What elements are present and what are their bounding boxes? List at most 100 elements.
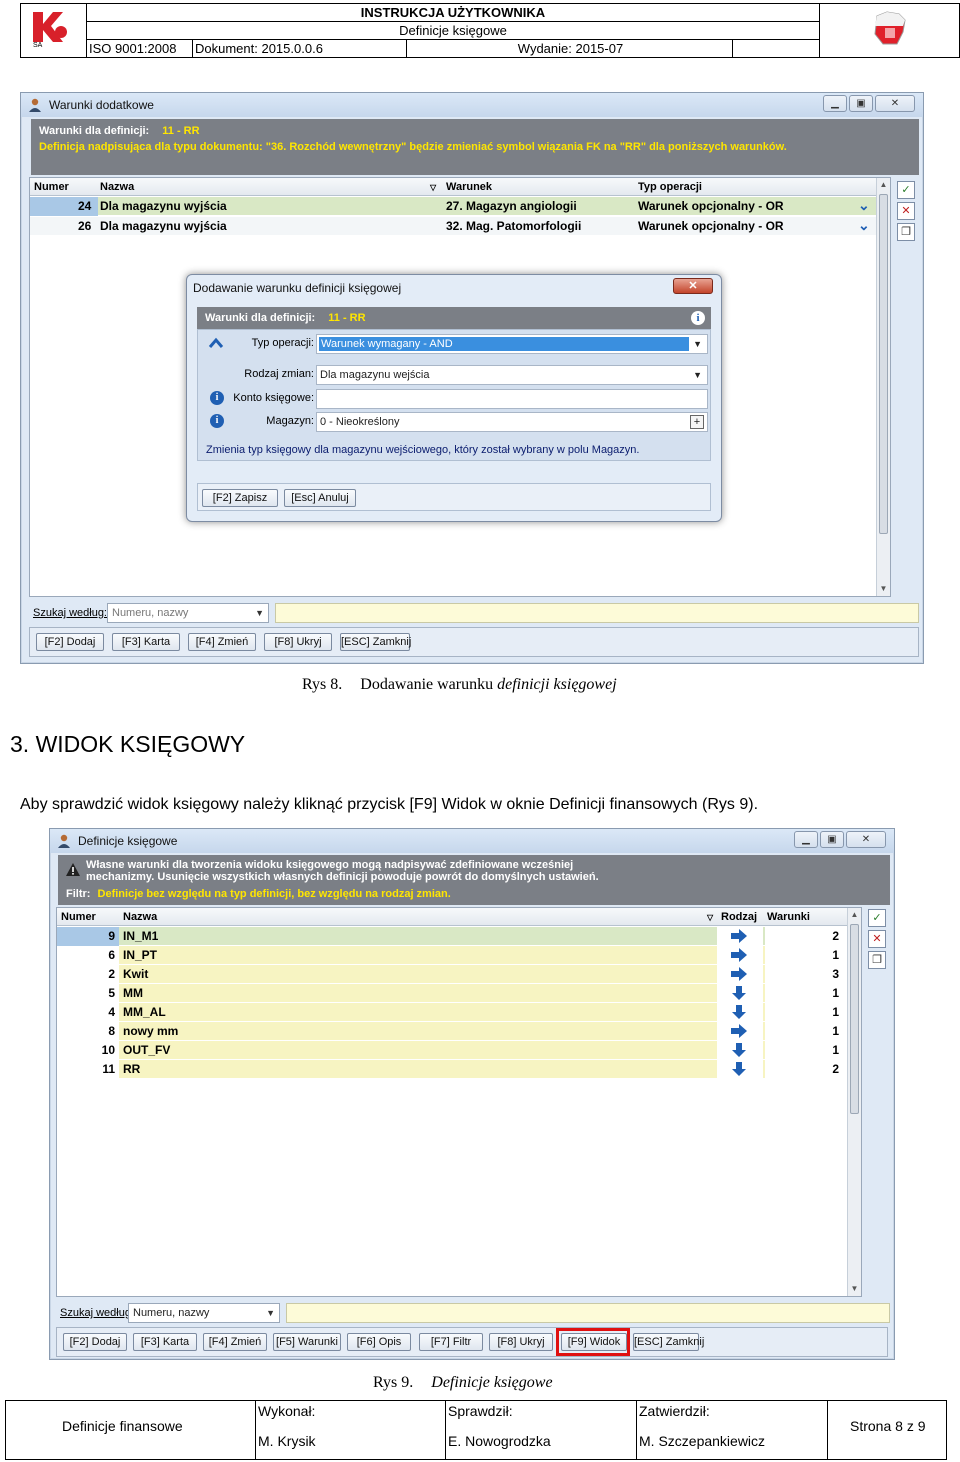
col-typ-operacji[interactable]: Typ operacji (638, 181, 702, 193)
col-nazwa[interactable]: Nazwa (100, 181, 134, 193)
delete-icon[interactable]: ✕ (868, 930, 886, 948)
vertical-scrollbar[interactable]: ▲ ▼ (847, 908, 861, 1296)
account-input[interactable] (316, 389, 708, 409)
row-nazwa: MM_AL (123, 1005, 166, 1019)
card-button[interactable]: [F3] Karta (112, 633, 180, 651)
table-row[interactable]: 9 IN_M1 2 (57, 927, 861, 946)
copy-icon[interactable]: ❐ (868, 951, 886, 969)
caption-italic: definicji księgowej (497, 676, 617, 693)
row-warunki: 1 (832, 1043, 839, 1057)
col-nazwa[interactable]: Nazwa (123, 911, 157, 923)
arrow-right-icon (731, 1024, 747, 1038)
arrow-right-icon (731, 929, 747, 943)
row-nazwa: MM (123, 986, 143, 1000)
row-warunki: 2 (832, 1062, 839, 1076)
copy-icon[interactable]: ❐ (897, 223, 915, 241)
table-row[interactable]: 26 Dla magazynu wyjścia 32. Mag. Patomor… (30, 217, 890, 236)
description-button[interactable]: [F6] Opis (347, 1333, 411, 1351)
info-icon[interactable]: i (691, 311, 705, 325)
hide-button[interactable]: [F8] Ukryj (489, 1333, 553, 1351)
chevron-down-icon[interactable]: ⌄ (858, 217, 870, 234)
maximize-icon[interactable]: ▣ (849, 95, 873, 112)
check-icon[interactable]: ✓ (897, 181, 915, 199)
table-row[interactable]: 24 Dla magazynu wyjścia 27. Magazyn angi… (30, 197, 890, 216)
table-row[interactable]: 6 IN_PT 1 (57, 946, 861, 965)
search-input[interactable] (275, 603, 919, 623)
search-field-value: Numeru, nazwy (133, 1307, 210, 1319)
conditions-button[interactable]: [F5] Warunki (273, 1333, 341, 1351)
close-button[interactable]: [ESC] Zamknij (340, 633, 411, 651)
add-button[interactable]: [F2] Dodaj (36, 633, 104, 651)
sort-icon[interactable]: ▽ (707, 913, 713, 922)
edit-button[interactable]: [F4] Zmień (203, 1333, 267, 1351)
scroll-up-icon[interactable]: ▲ (848, 908, 861, 922)
dialog-close-icon[interactable]: ✕ (673, 278, 713, 294)
delete-icon[interactable]: ✕ (897, 202, 915, 220)
edit-button[interactable]: [F4] Zmień (188, 633, 256, 651)
highlight-view-button (556, 1328, 630, 1356)
chevron-down-icon[interactable]: ⌄ (858, 197, 870, 214)
minimize-icon[interactable]: ▁ (823, 95, 847, 112)
col-warunki[interactable]: Warunki (767, 911, 810, 923)
change-type-select[interactable]: Dla magazynu wejścia ▼ (316, 365, 708, 385)
window-controls: ▁ ▣ ✕ (823, 95, 915, 113)
scroll-thumb[interactable] (879, 194, 888, 534)
col-rodzaj[interactable]: Rodzaj (721, 911, 757, 923)
operation-type-select[interactable]: Warunek wymagany - AND ▼ (316, 334, 708, 354)
plus-icon[interactable]: + (690, 415, 704, 429)
table-row[interactable]: 8 nowy mm 1 (57, 1022, 861, 1041)
col-numer[interactable]: Numer (34, 181, 69, 193)
info-icon[interactable]: i (210, 391, 224, 405)
table-row[interactable]: 4 MM_AL 1 (57, 1003, 861, 1022)
warning-line-2: mechanizmy. Usunięcie wszystkich własnyc… (86, 871, 599, 883)
approved-value: M. Szczepankiewicz (639, 1433, 766, 1449)
col-numer[interactable]: Numer (61, 911, 96, 923)
scroll-up-icon[interactable]: ▲ (877, 178, 890, 192)
close-icon[interactable]: ✕ (875, 95, 915, 112)
row-nazwa: IN_M1 (123, 929, 159, 943)
footer-cell-checked: Sprawdził: E. Nowogrodzka (446, 1401, 637, 1459)
page-number: Strona 8 z 9 (850, 1418, 926, 1434)
info-icon[interactable]: i (210, 414, 224, 428)
table-row[interactable]: 10 OUT_FV 1 (57, 1041, 861, 1060)
cancel-button[interactable]: [Esc] Anuluj (284, 489, 356, 507)
row-nazwa: Kwit (123, 967, 149, 981)
add-condition-dialog: Dodawanie warunku definicji księgowej ✕ … (186, 274, 722, 522)
chevron-down-icon: ▼ (693, 370, 702, 380)
footer-section-name: Definicje finansowe (62, 1418, 183, 1434)
scroll-down-icon[interactable]: ▼ (848, 1282, 861, 1296)
dialog-title: Dodawanie warunku definicji księgowej (193, 281, 402, 295)
close-icon[interactable]: ✕ (846, 831, 886, 848)
footer-cell-section: Definicje finansowe (6, 1401, 256, 1459)
header-meta-row: ISO 9001:2008 Dokument: 2015.0.0.6 Wydan… (87, 40, 819, 57)
chevron-up-icon[interactable] (208, 336, 224, 350)
vertical-scrollbar[interactable]: ▲ ▼ (876, 178, 890, 596)
minimize-icon[interactable]: ▁ (794, 831, 818, 848)
table-row[interactable]: 5 MM 1 (57, 984, 861, 1003)
card-button[interactable]: [F3] Karta (133, 1333, 197, 1351)
col-warunek[interactable]: Warunek (446, 181, 492, 193)
table-row[interactable]: 2 Kwit 3 (57, 965, 861, 984)
search-input[interactable] (286, 1303, 890, 1323)
scroll-down-icon[interactable]: ▼ (877, 582, 890, 596)
close-button[interactable]: [ESC] Zamknij (633, 1333, 704, 1351)
add-button[interactable]: [F2] Dodaj (63, 1333, 127, 1351)
footer-cell-approved: Zatwierdził: M. Szczepankiewicz (637, 1401, 828, 1459)
row-nazwa: OUT_FV (123, 1043, 171, 1057)
search-field-select[interactable]: Numeru, nazwy ▼ (107, 603, 269, 623)
warehouse-input[interactable]: 0 - Nieokreślony + (316, 412, 708, 432)
check-icon[interactable]: ✓ (868, 909, 886, 927)
row-nazwa: nowy mm (123, 1024, 179, 1038)
search-field-select[interactable]: Numeru, nazwy ▼ (128, 1303, 280, 1323)
sort-icon[interactable]: ▽ (430, 183, 436, 192)
table-row[interactable]: 11 RR 2 (57, 1060, 861, 1079)
row-numer: 11 (102, 1062, 115, 1076)
save-button[interactable]: [F2] Zapisz (202, 489, 278, 507)
hide-button[interactable]: [F8] Ukryj (264, 633, 332, 651)
arrow-down-icon (732, 986, 746, 1000)
maximize-icon[interactable]: ▣ (820, 831, 844, 848)
scroll-thumb[interactable] (850, 924, 859, 1114)
filter-button[interactable]: [F7] Filtr (419, 1333, 483, 1351)
row-typ: Warunek opcjonalny - OR (638, 199, 784, 213)
dialog-form: Typ operacji: Warunek wymagany - AND ▼ R… (197, 329, 711, 461)
